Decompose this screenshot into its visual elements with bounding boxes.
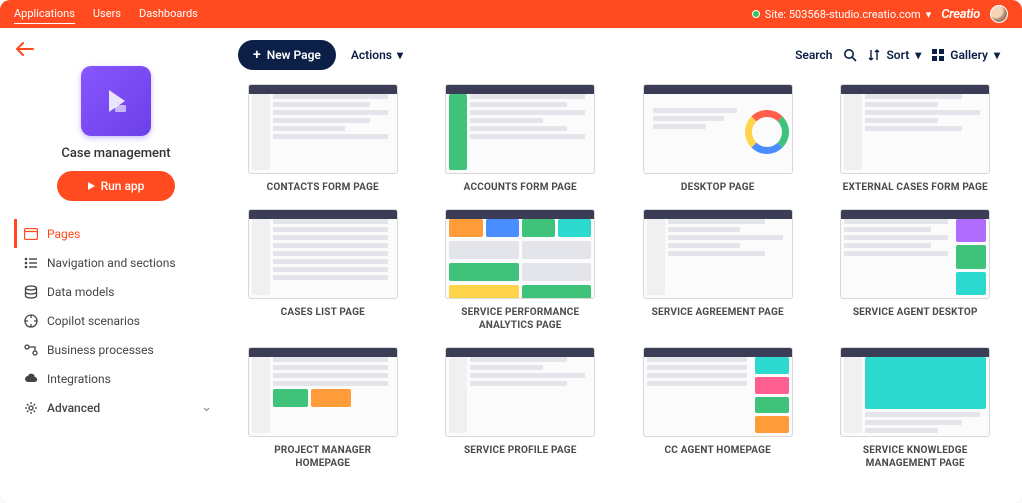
sidebar-item-integrations[interactable]: Integrations: [14, 364, 218, 393]
process-icon: [23, 342, 38, 357]
card-label: DESKTOP PAGE: [681, 181, 755, 194]
gallery-card[interactable]: SERVICE PROFILE PAGE: [436, 347, 606, 470]
status-dot-icon: [752, 10, 760, 18]
sidebar: Case management Run app Pages Navigation…: [0, 28, 232, 503]
page-thumbnail: [840, 84, 990, 174]
gallery-card[interactable]: CONTACTS FORM PAGE: [238, 84, 408, 194]
gallery-card[interactable]: ACCOUNTS FORM PAGE: [436, 84, 606, 194]
chevron-down-icon: ▾: [926, 8, 932, 21]
app-tile: [81, 66, 151, 136]
sidebar-item-navigation[interactable]: Navigation and sections: [14, 248, 218, 277]
gallery-card[interactable]: SERVICE KNOWLEDGE MANAGEMENT PAGE: [831, 347, 1001, 470]
card-label: SERVICE PERFORMANCE ANALYTICS PAGE: [445, 306, 595, 332]
card-label: ACCOUNTS FORM PAGE: [464, 181, 577, 194]
sidebar-item-pages[interactable]: Pages: [14, 219, 218, 248]
page-thumbnail: [840, 209, 990, 299]
card-label: SERVICE PROFILE PAGE: [464, 444, 577, 457]
side-nav: Pages Navigation and sections Data model…: [14, 219, 218, 422]
topbar-nav: Applications Users Dashboards: [14, 4, 198, 24]
sidebar-item-label: Navigation and sections: [47, 256, 176, 270]
chevron-down-icon: ▾: [915, 48, 921, 62]
new-page-label: New Page: [267, 48, 321, 62]
sidebar-item-label: Business processes: [47, 343, 154, 357]
card-label: CONTACTS FORM PAGE: [267, 181, 379, 194]
page-thumbnail: [248, 209, 398, 299]
page-thumbnail: [643, 84, 793, 174]
page-thumbnail: [840, 347, 990, 437]
plus-icon: +: [253, 48, 261, 62]
gallery-card[interactable]: SERVICE PERFORMANCE ANALYTICS PAGE: [436, 209, 606, 332]
database-icon: [23, 284, 38, 299]
grid-icon: [932, 49, 944, 61]
sidebar-item-label: Copilot scenarios: [47, 314, 140, 328]
card-label: SERVICE AGREEMENT PAGE: [652, 306, 784, 319]
avatar[interactable]: [990, 5, 1008, 23]
search-button[interactable]: Search: [795, 48, 832, 62]
back-button[interactable]: [14, 38, 218, 60]
actions-label: Actions: [351, 48, 392, 62]
play-icon: [88, 182, 95, 190]
list-icon: [23, 255, 38, 270]
site-selector[interactable]: Site: 503568-studio.creatio.com ▾: [752, 8, 931, 21]
card-label: PROJECT MANAGER HOMEPAGE: [248, 444, 398, 470]
nav-applications[interactable]: Applications: [14, 4, 75, 24]
nav-users[interactable]: Users: [93, 4, 121, 24]
gallery-view-button[interactable]: Gallery ▾: [932, 48, 1000, 62]
page-thumbnail: [445, 347, 595, 437]
copilot-icon: [23, 313, 38, 328]
toolbar: + New Page Actions ▾ Search: [238, 40, 1000, 70]
sidebar-item-copilot[interactable]: Copilot scenarios: [14, 306, 218, 335]
cloud-icon: [23, 371, 38, 386]
gear-icon: [23, 400, 38, 415]
search-label: Search: [795, 48, 832, 62]
sidebar-item-label: Data models: [47, 285, 114, 299]
card-label: SERVICE AGENT DESKTOP: [853, 306, 978, 319]
page-thumbnail: [445, 209, 595, 299]
page-gallery: CONTACTS FORM PAGE ACCOUNTS FORM PAGE DESK…: [238, 84, 1000, 480]
card-label: CC AGENT HOMEPAGE: [665, 444, 771, 457]
main: + New Page Actions ▾ Search: [232, 28, 1022, 503]
search-icon[interactable]: [843, 48, 857, 62]
site-label: Site: 503568-studio.creatio.com: [765, 8, 921, 21]
page-thumbnail: [248, 347, 398, 437]
card-label: CASES LIST PAGE: [281, 306, 365, 319]
actions-menu[interactable]: Actions ▾: [347, 48, 407, 62]
page-thumbnail: [643, 209, 793, 299]
gallery-card[interactable]: SERVICE AGREEMENT PAGE: [633, 209, 803, 332]
sidebar-item-label: Integrations: [47, 372, 111, 386]
sidebar-item-advanced[interactable]: Advanced ⌄: [14, 393, 218, 422]
nav-dashboards[interactable]: Dashboards: [139, 4, 198, 24]
brand-logo: Creatio: [941, 7, 980, 22]
new-page-button[interactable]: + New Page: [238, 40, 336, 70]
gallery-card[interactable]: PROJECT MANAGER HOMEPAGE: [238, 347, 408, 470]
gallery-card[interactable]: SERVICE AGENT DESKTOP: [831, 209, 1001, 332]
topbar: Applications Users Dashboards Site: 5035…: [0, 0, 1022, 28]
gallery-card[interactable]: EXTERNAL CASES FORM PAGE: [831, 84, 1001, 194]
page-thumbnail: [643, 347, 793, 437]
sort-button[interactable]: Sort ▾: [868, 48, 921, 62]
sidebar-item-processes[interactable]: Business processes: [14, 335, 218, 364]
gallery-card[interactable]: CASES LIST PAGE: [238, 209, 408, 332]
page-thumbnail: [445, 84, 595, 174]
page-thumbnail: [248, 84, 398, 174]
run-label: Run app: [101, 179, 145, 193]
app-title: Case management: [14, 146, 218, 161]
card-label: EXTERNAL CASES FORM PAGE: [843, 181, 988, 194]
gallery-card[interactable]: DESKTOP PAGE: [633, 84, 803, 194]
card-label: SERVICE KNOWLEDGE MANAGEMENT PAGE: [840, 444, 990, 470]
chevron-down-icon: ▾: [994, 48, 1000, 62]
gallery-label: Gallery: [950, 48, 988, 62]
window-icon: [23, 226, 38, 241]
sidebar-item-label: Advanced: [47, 401, 100, 415]
chevron-down-icon: ⌄: [201, 400, 212, 415]
sort-label: Sort: [886, 48, 909, 62]
sort-icon: [868, 49, 880, 61]
run-app-button[interactable]: Run app: [57, 171, 175, 201]
gallery-card[interactable]: CC AGENT HOMEPAGE: [633, 347, 803, 470]
sidebar-item-data-models[interactable]: Data models: [14, 277, 218, 306]
chevron-down-icon: ▾: [397, 48, 403, 62]
sidebar-item-label: Pages: [47, 227, 80, 241]
